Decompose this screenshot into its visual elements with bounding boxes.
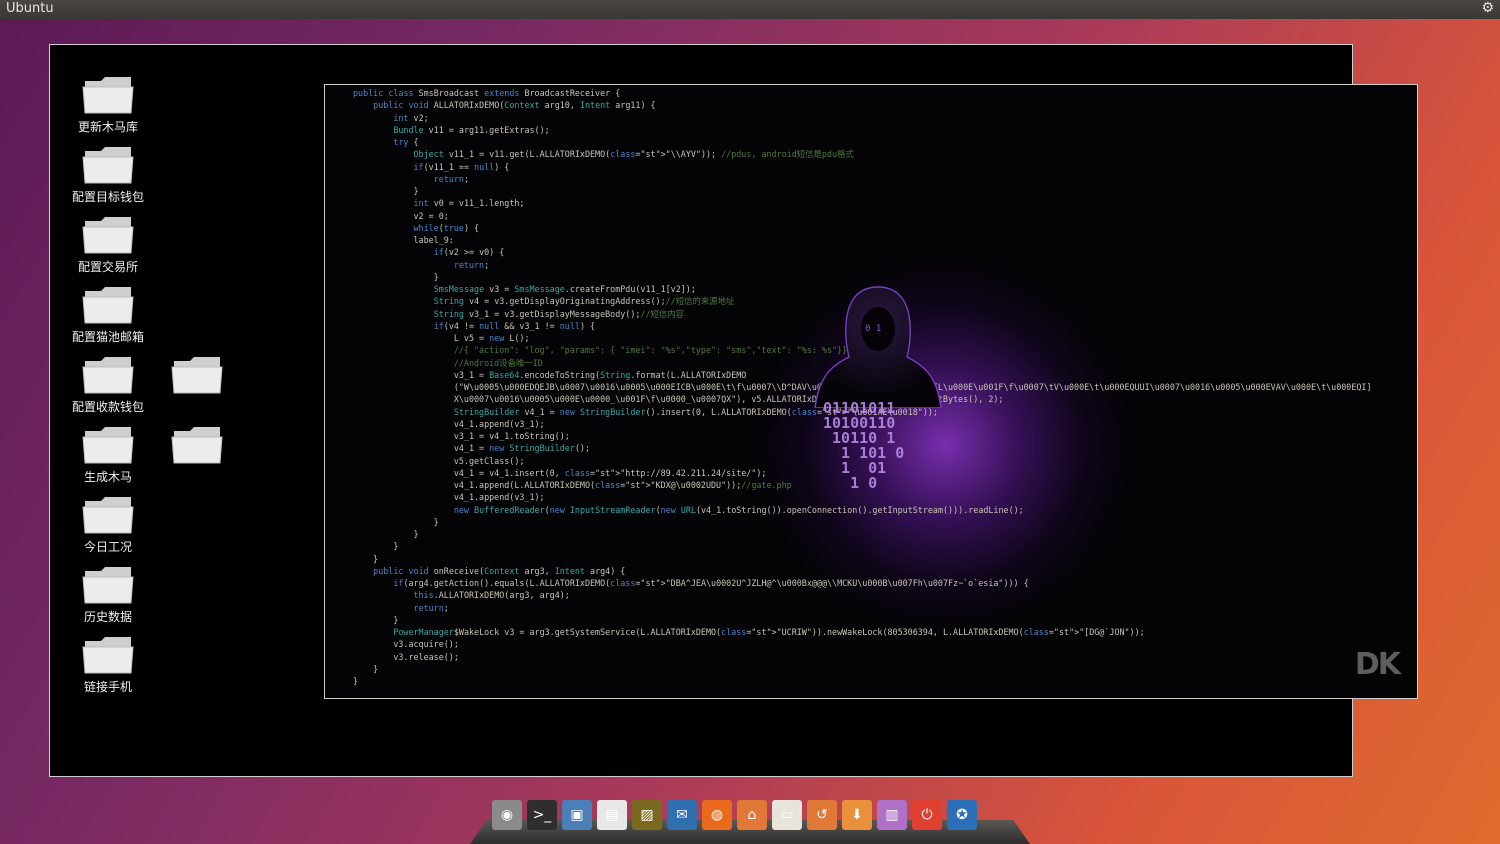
code-line: } [353, 663, 379, 674]
desktop-folder[interactable]: 配置交易所 [63, 213, 153, 275]
code-line: } [353, 676, 359, 686]
code-line: return; [413, 602, 449, 613]
code-line: PowerManager$WakeLock v3 = arg3.getSyste… [393, 627, 1145, 637]
gear-icon[interactable]: ⚙ [1481, 0, 1494, 16]
email-client-icon[interactable]: ✉ [667, 800, 697, 830]
desktop-folder[interactable]: 历史数据 [63, 563, 153, 625]
code-line: } [353, 529, 419, 539]
desktop-folder[interactable]: 链接手机 [63, 633, 153, 695]
document-icon[interactable]: ▤ [597, 800, 627, 830]
desktop-folder[interactable]: 更新木马库 [63, 73, 153, 135]
folder-icon [82, 357, 134, 394]
folder-label: 配置收款钱包 [71, 400, 144, 414]
code-line: } [353, 541, 399, 552]
code-line: Bundle v11 = arg11.getExtras(); [393, 124, 550, 135]
folder-label: 今日工况 [83, 540, 132, 554]
code-line: Object v11_1 = v11.get(L.ALLATORIxDEMO(c… [413, 149, 854, 160]
code-line: if(v2 >= v0) { [433, 247, 505, 258]
code-line: return; [433, 173, 469, 184]
firefox-icon[interactable]: ◍ [702, 800, 732, 830]
folder-icon [171, 427, 223, 464]
window-icon[interactable]: ▥ [877, 800, 907, 830]
code-line: int v0 = v11_1.length; [413, 198, 525, 209]
window-title: Ubuntu [6, 1, 54, 16]
code-line: if(arg4.getAction().equals(L.ALLATORIxDE… [393, 578, 1029, 588]
desktop-folder[interactable] [152, 423, 242, 468]
code-line: return; [453, 259, 490, 270]
folder-icon [82, 217, 134, 254]
folder-downloads-icon[interactable]: ⬇ [842, 800, 872, 830]
folder-documents-icon[interactable]: ▭ [772, 800, 802, 830]
desktop-folder[interactable]: 配置猫池邮箱 [63, 283, 153, 345]
accessibility-icon[interactable]: ✪ [947, 800, 977, 830]
folder-icon [82, 637, 134, 674]
folder-label: 配置猫池邮箱 [71, 330, 144, 344]
folder-label: 配置目标钱包 [71, 190, 144, 204]
code-line: public void onReceive(Context arg3, Inte… [373, 565, 626, 576]
code-image: public class SmsBroadcast extends Broadc… [324, 84, 1418, 699]
folder-history-icon[interactable]: ↺ [807, 800, 837, 830]
code-line: this.ALLATORIxDEMO(arg3, arg4); [413, 590, 570, 601]
folder-label: 历史数据 [83, 610, 132, 624]
code-line: } [353, 186, 419, 196]
watermark-logo: DK [1354, 647, 1401, 682]
code-line: new BufferedReader(new InputStreamReader… [453, 504, 1024, 515]
image-viewer-icon[interactable]: ▣ [562, 800, 592, 830]
desktop-folder[interactable] [152, 353, 242, 398]
code-line: } [353, 553, 379, 564]
dock: ◉ >_ ▣ ▤ ▨ ✉ ◍ ⌂ ▭ ↺ ⬇ ▥ ⏻ ✪ [470, 796, 1030, 844]
folder-icon [171, 357, 223, 394]
code-line: public class SmsBroadcast extends Broadc… [353, 88, 621, 98]
folder-label: 更新木马库 [77, 120, 138, 134]
desktop-window: 更新木马库配置目标钱包 配置交易所配置猫池邮箱 配置收款钱包 生成木马今日工况历史数据… [49, 44, 1418, 777]
code-line: v2 = 0; [353, 210, 449, 221]
folder-icon [82, 147, 134, 184]
folder-icon [82, 287, 134, 324]
code-line: v4_1.append(v3_1); [353, 492, 545, 503]
desktop-folder[interactable]: 配置目标钱包 [63, 143, 153, 205]
photo-editor-icon[interactable]: ▨ [632, 800, 662, 830]
ubuntu-icon[interactable]: ◉ [492, 800, 522, 830]
folder-label: 配置交易所 [77, 260, 138, 274]
code-line: int v2; [393, 112, 429, 123]
code-line: } [353, 271, 439, 282]
desktop-folder[interactable]: 配置收款钱包 [63, 353, 153, 415]
code-line: try { [393, 137, 419, 147]
binary-rain: 01101011 10100110 10110 1 1 101 0 1 01 1… [823, 399, 905, 492]
code-line: if(v11_1 == null) { [413, 161, 510, 172]
folder-label: 生成木马 [83, 470, 132, 484]
hooded-hacker-image: 0 1 [814, 286, 942, 408]
top-bar: Ubuntu ⚙ [0, 0, 1500, 19]
svg-text:0 1: 0 1 [865, 324, 881, 334]
folder-icon [82, 77, 134, 114]
folder-icon [82, 427, 134, 464]
code-line: } [353, 516, 439, 527]
code-line: } [353, 614, 399, 625]
desktop-folder[interactable]: 生成木马 [63, 423, 153, 485]
power-icon[interactable]: ⏻ [912, 800, 942, 830]
folder-label: 链接手机 [83, 680, 132, 694]
folder-icon [82, 567, 134, 604]
desktop-folder[interactable]: 今日工况 [63, 493, 153, 555]
terminal-icon[interactable]: >_ [527, 800, 557, 830]
code-line: v3.release(); [353, 651, 459, 662]
code-line: public void ALLATORIxDEMO(Context arg10,… [373, 100, 656, 111]
folder-home-icon[interactable]: ⌂ [737, 800, 767, 830]
code-line: v3.acquire(); [353, 639, 459, 650]
code-line: while(true) { [413, 222, 480, 233]
code-line: label_9: [353, 235, 454, 245]
folder-icon [82, 497, 134, 534]
